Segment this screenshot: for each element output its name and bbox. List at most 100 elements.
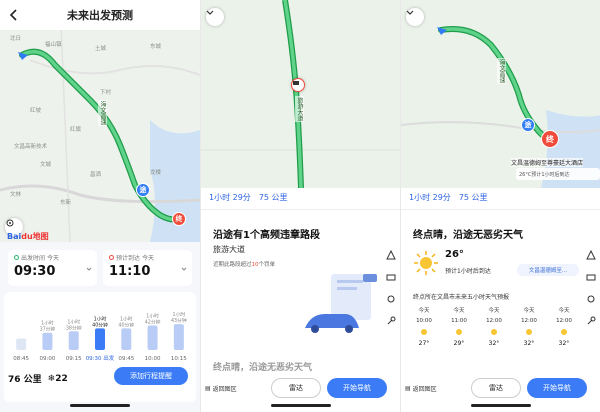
add-trip-reminder-button[interactable]: 添加行程提醒 (114, 367, 188, 385)
destination-pin[interactable]: 终 (172, 212, 186, 226)
bar-duration-label: 1小时 (120, 315, 133, 322)
bar-duration-label: 1小时 (94, 315, 107, 322)
map-label: 土城 (95, 46, 107, 52)
waypoint-pin[interactable]: 途 (521, 118, 535, 132)
home-indicator (271, 404, 331, 407)
destination-label: 文昌温德姆至尊豪廷大酒店 (511, 158, 584, 167)
weather-icon[interactable] (586, 294, 596, 304)
sun-icon (456, 329, 462, 335)
sun-icon (526, 329, 532, 335)
forecast-item: 今天 12:00 32° (486, 308, 502, 347)
violation-title: 沿途有1个高频违章路段 (213, 230, 320, 241)
camera-icon[interactable] (386, 272, 396, 282)
sun-icon (421, 329, 427, 335)
map-label: 东新 (60, 200, 72, 206)
forecast-item: 今天 12:00 32° (556, 308, 572, 347)
sun-icon (414, 251, 438, 275)
time-cards: 出发时间 今天 09:30 预计到达 今天 11:10 (8, 250, 192, 286)
chevron-down-icon (206, 10, 214, 15)
return-map-button[interactable]: ▤ 返回图区 (405, 384, 465, 393)
arrive-time-card[interactable]: 预计到达 今天 11:10 (103, 250, 192, 286)
map-label: 昌洒 (90, 172, 102, 178)
bar-duration-label: 1小时 (146, 313, 159, 320)
depart-label: 出发时间 (21, 255, 46, 262)
bar-duration-label: 38分钟 (66, 324, 82, 331)
sun-icon (561, 329, 567, 335)
sun-icon (491, 329, 497, 335)
violation-note: 近期此路段超过10个罚单 (213, 262, 276, 268)
road-label: 旅游大道 (295, 96, 304, 122)
highway-label: 海文高速 (98, 100, 107, 126)
start-navigation-button[interactable]: 开始导航 (527, 378, 587, 398)
bar-5[interactable] (147, 325, 158, 350)
route-map[interactable]: 海文高速 途 终 文昌温德姆至尊豪廷大酒店 26°C预计1小时后到达 (401, 0, 600, 188)
destination-chip[interactable]: 文昌温德姆至... (517, 264, 579, 276)
map-icon: ▤ (405, 384, 411, 392)
start-navigation-button[interactable]: 开始导航 (327, 378, 387, 398)
depart-day: 今天 (47, 255, 60, 262)
bar-2[interactable] (68, 331, 79, 350)
forecast-item: 今天 12:00 32° (521, 308, 537, 347)
return-map-button[interactable]: ▤ 返回图区 (205, 384, 265, 393)
highway-label: 海文高速 (497, 58, 506, 84)
bottom-action-bar: ▤ 返回图区 雷达 开始导航 (201, 376, 400, 400)
map-label: 东城 (150, 44, 162, 50)
map-label: 龙楼 (150, 170, 162, 176)
destination-pin[interactable]: 终 (541, 130, 559, 148)
camera-icon[interactable] (586, 272, 596, 282)
arrival-note: 预计1小时后到达 (445, 268, 491, 275)
bar-time-label: 09:00 (39, 356, 55, 362)
bar-0[interactable] (16, 338, 27, 350)
bar-duration-label: 40分钟 (118, 321, 134, 328)
forecast-item: 今天 10:00 27° (416, 308, 432, 347)
waypoint-pin[interactable]: 途 (136, 183, 150, 197)
traffic-lights: ❄22 (47, 373, 68, 384)
chevron-down-icon (406, 10, 414, 15)
route-map[interactable]: 旅游大道 (201, 0, 400, 188)
duration-bar-chart[interactable]: 08:45 09:00 1小时 37分钟 09:15 1小时 38分钟 09:30 出发 1小时… (4, 292, 196, 402)
wrench-icon[interactable] (386, 316, 396, 326)
camera-violation-icon[interactable] (291, 78, 305, 92)
bar-4[interactable] (121, 328, 132, 350)
bottom-action-bar: ▤ 返回图区 雷达 开始导航 (401, 376, 600, 400)
map-icon: ▤ (205, 384, 211, 392)
wrench-icon[interactable] (586, 316, 596, 326)
side-toolbar (382, 250, 400, 326)
bar-3[interactable] (95, 328, 105, 350)
route-map[interactable]: 北日 福山镇 土城 东城 下村 红坡 文昌高新技术 红旗 文城 昌洒 龙楼 文林… (0, 0, 200, 242)
bar-duration-label: 42分钟 (145, 319, 161, 326)
radar-button[interactable]: 雷达 (471, 378, 521, 398)
map-label: 北日 (10, 36, 22, 42)
violation-road: 旅游大道 (213, 245, 245, 254)
arrive-time: 11:10 (109, 264, 151, 279)
route-summary[interactable]: 1小时 29分 75 公里 (401, 188, 600, 210)
bar-time-label: 09:45 (118, 356, 134, 362)
weather-title: 终点晴，沿途无恶劣天气 (413, 230, 523, 241)
depart-time-card[interactable]: 出发时间 今天 09:30 (8, 250, 97, 286)
map-canvas (201, 0, 400, 188)
bar-duration-label: 43分钟 (171, 317, 187, 324)
radar-button[interactable]: 雷达 (271, 378, 321, 398)
route-summary[interactable]: 1小时 29分 75 公里 (201, 188, 400, 210)
collapse-button[interactable] (206, 8, 224, 26)
header: 未来出发预测 (0, 0, 200, 30)
duration-text: 1小时 29分 (209, 193, 251, 202)
bar-1[interactable] (42, 332, 53, 350)
back-arrow-icon[interactable] (6, 7, 22, 23)
bar-time-label: 08:45 (13, 356, 29, 362)
locate-icon (6, 219, 14, 227)
map-label: 文城 (40, 162, 52, 168)
destination-temperature: 26° (445, 249, 464, 260)
side-toolbar (582, 250, 600, 326)
warning-icon[interactable] (386, 250, 396, 260)
warning-icon[interactable] (586, 250, 596, 260)
five-hour-forecast-title: 终点所在文昌市未来五小时天气预报 (413, 294, 510, 301)
bar-time-label: 10:15 (171, 356, 187, 362)
map-label: 下村 (100, 90, 112, 96)
map-label: 福山镇 (45, 42, 62, 48)
bar-duration-label: 1小时 (67, 318, 80, 325)
weather-icon[interactable] (386, 294, 396, 304)
collapse-button[interactable] (406, 8, 424, 26)
forecast-sheet: 出发时间 今天 09:30 预计到达 今天 11:10 08:45 09:00 1小时 3… (0, 242, 200, 412)
bar-6[interactable] (173, 324, 184, 350)
